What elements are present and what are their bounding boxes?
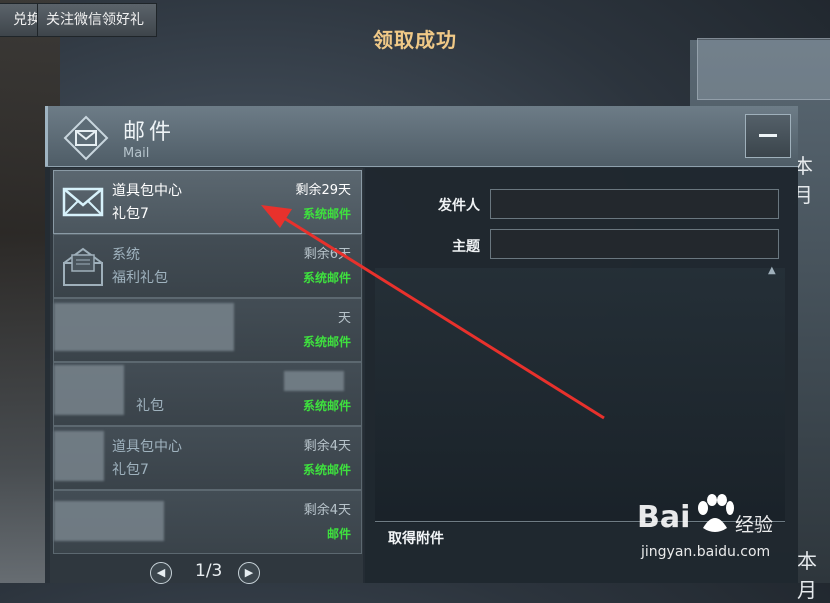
mail-list-item[interactable]: 礼包 系统邮件 [53, 362, 362, 426]
side-label-upper: 本月 [793, 154, 813, 207]
background-card [697, 38, 830, 100]
blurred-region [54, 365, 124, 415]
mail-list-item[interactable]: 道具包中心 礼包7 剩余29天 系统邮件 [53, 170, 362, 234]
mail-type-badge: 邮件 [326, 527, 351, 541]
mail-type-badge: 系统邮件 [302, 271, 351, 285]
watermark-url: jingyan.baidu.com [641, 544, 771, 560]
mail-remaining-days: 剩余4天 [303, 503, 351, 518]
mail-remaining-days: 剩余6天 [303, 247, 351, 262]
mail-list-item[interactable]: 剩余4天 邮件 [53, 490, 362, 554]
envelope-icon [62, 181, 106, 223]
sender-label: 发件人 [438, 198, 480, 214]
mail-type-badge: 系统邮件 [302, 335, 351, 349]
watermark-brand: Bai [637, 500, 691, 535]
baidu-watermark: Bai 经验 jingyan.baidu.com [637, 494, 827, 574]
mail-sender: 系统 [112, 247, 140, 263]
minimize-icon [759, 134, 777, 137]
mail-type-badge: 系统邮件 [302, 463, 351, 477]
sender-field[interactable] [490, 189, 779, 219]
mail-list-item[interactable]: 天 系统邮件 [53, 298, 362, 362]
mail-remaining-days: 剩余4天 [303, 439, 351, 454]
mail-subtitle: Mail [123, 146, 150, 161]
mail-sender: 道具包中心 [112, 439, 182, 455]
mail-subject: 礼包7 [112, 462, 149, 478]
mail-remaining-days: 剩余29天 [295, 183, 351, 198]
paw-icon [698, 494, 734, 532]
mail-list-item[interactable]: 系统 福利礼包 剩余6天 系统邮件 [53, 234, 362, 298]
mail-list-item[interactable]: 道具包中心 礼包7 剩余4天 系统邮件 [53, 426, 362, 490]
mail-sender: 道具包中心 [112, 183, 182, 199]
header-accent [45, 106, 48, 166]
mail-envelope-icon [63, 115, 109, 161]
blurred-region [54, 501, 164, 541]
scroll-up-icon[interactable]: ▲ [768, 265, 776, 276]
blurred-region [284, 371, 344, 391]
pagination: ◀ 1/3 ▶ [150, 560, 270, 584]
mail-type-badge: 系统邮件 [302, 399, 351, 413]
opened-envelope-icon [62, 245, 106, 287]
mail-subject: 福利礼包 [112, 270, 168, 286]
mail-subject: 礼包 [136, 398, 164, 414]
chevron-right-icon[interactable]: ▶ [238, 562, 260, 584]
subject-field[interactable] [490, 229, 779, 259]
chevron-left-icon[interactable]: ◀ [150, 562, 172, 584]
minimize-button[interactable] [745, 114, 791, 158]
mail-title: 邮件 [123, 120, 176, 145]
claim-success-toast: 领取成功 [373, 28, 457, 52]
mail-type-badge: 系统邮件 [302, 207, 351, 221]
wechat-follow-button[interactable]: 关注微信领好礼 [37, 3, 157, 37]
mail-body[interactable] [375, 268, 785, 523]
watermark-brand-cn: 经验 [735, 514, 774, 536]
mail-remaining-days: 天 [337, 311, 351, 326]
mail-list: 道具包中心 礼包7 剩余29天 系统邮件 系统 福利礼包 剩余6天 系统邮件 天… [50, 168, 363, 584]
subject-label: 主题 [452, 239, 480, 255]
mail-subject: 礼包7 [112, 206, 149, 222]
claim-attachment-button[interactable]: 取得附件 [388, 528, 444, 548]
blurred-region [54, 431, 104, 481]
mail-header: 邮件 Mail [45, 106, 798, 167]
page-indicator: 1/3 [195, 561, 223, 581]
blurred-region [54, 303, 234, 351]
